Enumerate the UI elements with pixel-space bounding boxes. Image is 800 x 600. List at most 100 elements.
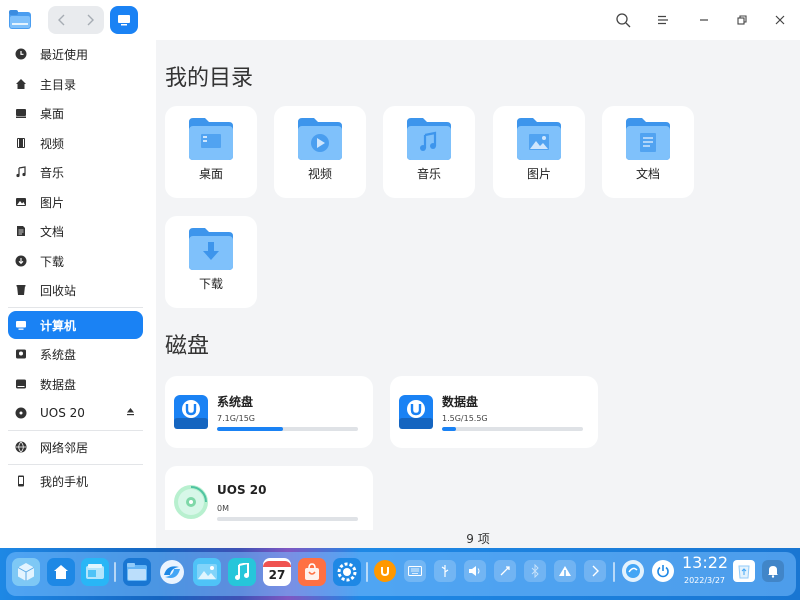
sidebar-item-label: 音乐 bbox=[40, 165, 65, 180]
sidebar-item-computer[interactable]: 计算机 bbox=[8, 311, 143, 339]
sidebar-item-recent[interactable]: 最近使用 bbox=[8, 40, 143, 68]
usb-disk-tray-icon[interactable] bbox=[374, 560, 396, 582]
main-content: 我的目录 桌面 视频 音乐 图片 文档 下载 磁盘 系统盘 7.1G/15G 数… bbox=[156, 40, 800, 548]
search-button[interactable] bbox=[611, 8, 635, 32]
chevron-right-icon bbox=[87, 14, 94, 26]
dock-divider bbox=[114, 562, 116, 582]
computer-view-icon bbox=[118, 15, 130, 26]
close-button[interactable] bbox=[768, 8, 792, 32]
dock: 27 bbox=[0, 548, 800, 600]
multitask-view-icon[interactable] bbox=[81, 558, 109, 586]
disk-size: 0M bbox=[217, 504, 229, 513]
keyboard-tray-icon[interactable] bbox=[404, 560, 426, 582]
optical-disc-icon bbox=[174, 485, 208, 519]
back-button[interactable] bbox=[48, 6, 76, 34]
settings-dock-icon[interactable] bbox=[333, 558, 361, 586]
sidebar-item-network[interactable]: 网络邻居 bbox=[8, 433, 143, 461]
power-tray-icon[interactable] bbox=[652, 560, 674, 582]
bluetooth-tray-icon[interactable] bbox=[524, 560, 546, 582]
calendar-dock-icon[interactable]: 27 bbox=[263, 558, 291, 586]
sidebar-item-home[interactable]: 主目录 bbox=[8, 70, 143, 98]
screenshot-tray-icon[interactable] bbox=[494, 560, 516, 582]
dir-label: 文档 bbox=[635, 167, 660, 181]
restore-button[interactable] bbox=[730, 8, 754, 32]
expand-tray-button[interactable] bbox=[584, 560, 606, 582]
assistant-tray-icon[interactable] bbox=[622, 560, 644, 582]
dir-label: 视频 bbox=[307, 167, 332, 181]
sidebar-item-phone[interactable]: 我的手机 bbox=[8, 467, 143, 495]
dock-divider bbox=[613, 562, 615, 582]
network-tray-icon[interactable] bbox=[554, 560, 576, 582]
volume-tray-icon[interactable] bbox=[464, 560, 486, 582]
sidebar-item-label: 网络邻居 bbox=[40, 440, 89, 455]
dir-card-downloads[interactable]: 下载 bbox=[165, 216, 257, 308]
document-icon bbox=[14, 224, 28, 238]
sidebar: 最近使用 主目录 桌面 视频 音乐 图片 文档 下载 回收站 计算机 系统盘 数… bbox=[0, 40, 156, 548]
title-bar bbox=[0, 0, 800, 40]
navigation-buttons bbox=[48, 6, 104, 34]
sidebar-item-trash[interactable]: 回收站 bbox=[8, 276, 143, 304]
document-folder-icon bbox=[626, 118, 670, 160]
data-disk-icon bbox=[399, 395, 433, 429]
desktop-icon bbox=[14, 106, 28, 120]
dir-card-desktop[interactable]: 桌面 bbox=[165, 106, 257, 198]
usb-tray-icon[interactable] bbox=[434, 560, 456, 582]
dir-label: 下载 bbox=[198, 277, 223, 291]
sidebar-item-label: 下载 bbox=[40, 254, 65, 269]
sidebar-item-uos20[interactable]: UOS 20 bbox=[8, 399, 143, 427]
notification-tray-icon[interactable] bbox=[762, 560, 784, 582]
dir-card-documents[interactable]: 文档 bbox=[602, 106, 694, 198]
download-icon bbox=[14, 254, 28, 268]
launcher-icon[interactable] bbox=[12, 558, 40, 586]
dir-label: 图片 bbox=[526, 167, 551, 181]
disk-card-system[interactable]: 系统盘 7.1G/15G bbox=[165, 376, 373, 448]
sidebar-item-data-disk[interactable]: 数据盘 bbox=[8, 370, 143, 398]
show-desktop-icon[interactable] bbox=[47, 558, 75, 586]
disk-usage-bar bbox=[217, 427, 358, 431]
dir-card-music[interactable]: 音乐 bbox=[383, 106, 475, 198]
image-viewer-dock-icon[interactable] bbox=[193, 558, 221, 586]
sidebar-item-pictures[interactable]: 图片 bbox=[8, 188, 143, 216]
dock-divider bbox=[366, 562, 368, 582]
sidebar-item-system-disk[interactable]: 系统盘 bbox=[8, 340, 143, 368]
file-manager-dock-icon[interactable] bbox=[123, 558, 151, 586]
disk-usage-fill bbox=[217, 427, 284, 431]
clock-date[interactable]: 2022/3/27 bbox=[684, 576, 725, 585]
sidebar-item-label: 计算机 bbox=[40, 318, 77, 333]
dir-label: 桌面 bbox=[198, 167, 223, 181]
forward-button[interactable] bbox=[76, 6, 104, 34]
sidebar-item-video[interactable]: 视频 bbox=[8, 129, 143, 157]
disk-card-uos20[interactable]: UOS 20 0M bbox=[165, 466, 373, 530]
browser-dock-icon[interactable] bbox=[158, 558, 186, 586]
minimize-icon bbox=[700, 19, 708, 21]
sidebar-item-music[interactable]: 音乐 bbox=[8, 158, 143, 186]
computer-view-button[interactable] bbox=[110, 6, 138, 34]
music-player-dock-icon[interactable] bbox=[228, 558, 256, 586]
sidebar-item-label: 我的手机 bbox=[40, 474, 89, 489]
minimize-button[interactable] bbox=[692, 8, 716, 32]
item-count: 9 项 bbox=[466, 532, 490, 546]
clock-time[interactable]: 13:22 bbox=[682, 553, 728, 572]
disk-card-data[interactable]: 数据盘 1.5G/15.5G bbox=[390, 376, 598, 448]
app-store-dock-icon[interactable] bbox=[298, 558, 326, 586]
video-folder-icon bbox=[298, 118, 342, 160]
sidebar-divider bbox=[8, 430, 143, 431]
menu-icon bbox=[658, 15, 668, 25]
desktop-folder-icon bbox=[189, 118, 233, 160]
picture-folder-icon bbox=[517, 118, 561, 160]
sidebar-item-label: UOS 20 bbox=[40, 406, 85, 420]
main-menu-button[interactable] bbox=[651, 8, 675, 32]
dir-card-pictures[interactable]: 图片 bbox=[493, 106, 585, 198]
sidebar-item-label: 数据盘 bbox=[40, 377, 77, 392]
sidebar-item-downloads[interactable]: 下载 bbox=[8, 247, 143, 275]
dir-card-video[interactable]: 视频 bbox=[274, 106, 366, 198]
optical-disc-icon bbox=[14, 406, 28, 420]
file-manager-logo-icon bbox=[9, 10, 31, 29]
trash-dock-icon[interactable] bbox=[733, 560, 755, 582]
disk-size: 1.5G/15.5G bbox=[442, 414, 488, 423]
sidebar-item-documents[interactable]: 文档 bbox=[8, 217, 143, 245]
chevron-left-icon bbox=[58, 14, 65, 26]
music-icon bbox=[14, 165, 28, 179]
eject-icon[interactable] bbox=[126, 407, 135, 419]
sidebar-item-desktop[interactable]: 桌面 bbox=[8, 99, 143, 127]
